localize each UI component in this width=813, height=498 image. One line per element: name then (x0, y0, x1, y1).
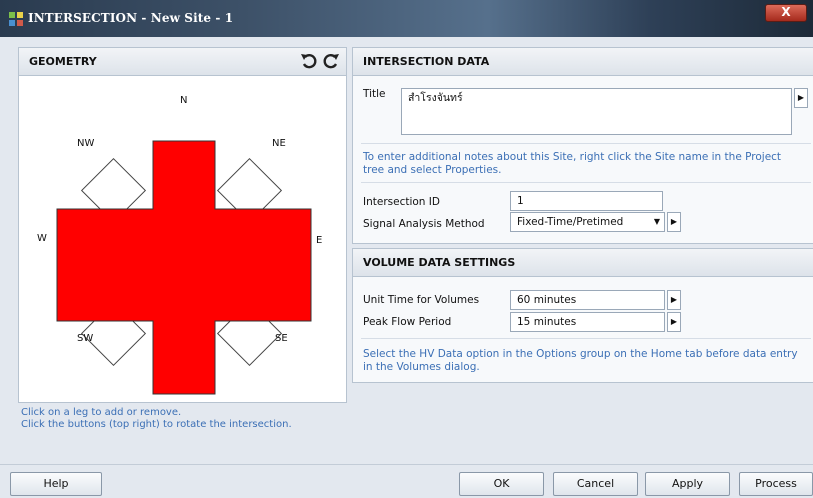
signal-method-expand-button[interactable]: ▶ (667, 212, 681, 232)
label-se: SE (275, 333, 288, 344)
volume-settings-header: VOLUME DATA SETTINGS (353, 249, 813, 277)
rotate-counterclockwise-icon[interactable] (299, 51, 319, 71)
help-line-2: Click the buttons (top right) to rotate … (21, 419, 292, 430)
help-line-1: Click on a leg to add or remove. (21, 407, 182, 418)
intersection-diagram (56, 140, 312, 395)
unit-time-select[interactable]: 60 minutes (510, 290, 665, 310)
label-w: W (37, 233, 47, 244)
intersection-dialog: INTERSECTION - New Site - 1 X GEOMETRY N (0, 0, 813, 498)
close-button[interactable]: X (765, 4, 807, 22)
intersection-data-panel: INTERSECTION DATA Title สำโรงจันทร์ ▶ To… (352, 47, 813, 244)
peak-flow-expand-button[interactable]: ▶ (667, 312, 681, 332)
chevron-down-icon: ▼ (653, 217, 660, 226)
intersection-id-field[interactable]: 1 (510, 191, 663, 211)
label-ne: NE (272, 138, 286, 149)
notes-text: To enter additional notes about this Sit… (363, 151, 782, 176)
title-value: สำโรงจันทร์ (408, 92, 463, 104)
divider-1 (361, 143, 811, 144)
window-title: INTERSECTION - New Site - 1 (28, 11, 234, 25)
signal-method-select[interactable]: Fixed-Time/Pretimed ▼ (510, 212, 665, 232)
intersection-data-header: INTERSECTION DATA (353, 48, 813, 76)
bottom-divider (0, 464, 813, 465)
geometry-panel: GEOMETRY N NW NE W E SW SE (18, 47, 347, 403)
geometry-help-text: Click on a leg to add or remove. Click t… (21, 407, 292, 431)
title-field[interactable]: สำโรงจันทร์ (401, 88, 792, 135)
label-sw: SW (77, 333, 94, 344)
intersection-id-label: Intersection ID (363, 196, 440, 208)
title-expand-button[interactable]: ▶ (794, 88, 808, 108)
apply-button[interactable]: Apply (645, 472, 730, 496)
rotate-clockwise-icon[interactable] (321, 51, 341, 71)
cancel-button[interactable]: Cancel (553, 472, 638, 496)
divider-3 (361, 338, 811, 339)
process-button[interactable]: Process (739, 472, 813, 496)
title-label: Title (363, 88, 386, 100)
help-button[interactable]: Help (10, 472, 102, 496)
signal-method-value: Fixed-Time/Pretimed (517, 216, 624, 228)
ok-button[interactable]: OK (459, 472, 544, 496)
label-nw: NW (77, 138, 95, 149)
unit-time-expand-button[interactable]: ▶ (667, 290, 681, 310)
label-e: E (316, 235, 323, 246)
app-icon (9, 12, 23, 26)
peak-flow-select[interactable]: 15 minutes (510, 312, 665, 332)
peak-flow-label: Peak Flow Period (363, 316, 452, 328)
signal-method-label: Signal Analysis Method (363, 218, 485, 230)
unit-time-label: Unit Time for Volumes (363, 294, 480, 306)
volume-note: Select the HV Data option in the Options… (363, 348, 798, 373)
title-bar: INTERSECTION - New Site - 1 X (0, 0, 813, 37)
divider-2 (361, 182, 811, 183)
geometry-header: GEOMETRY (19, 48, 346, 76)
volume-settings-panel: VOLUME DATA SETTINGS Unit Time for Volum… (352, 248, 813, 383)
label-n: N (180, 95, 188, 106)
